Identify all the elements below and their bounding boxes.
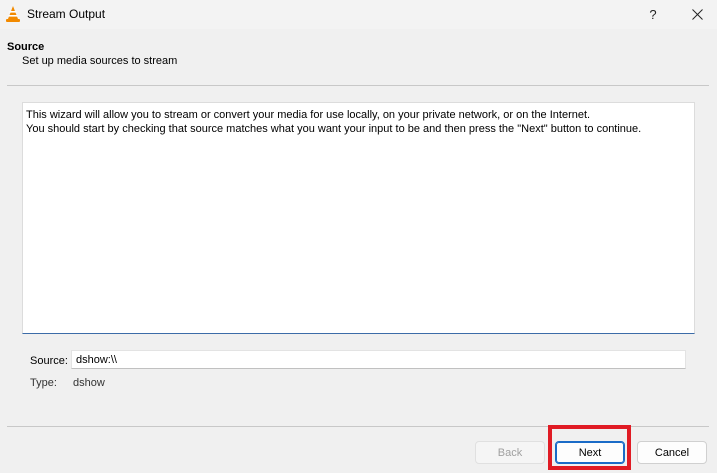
source-panel: Source: Type: dshow — [22, 343, 695, 395]
help-button[interactable]: ? — [640, 2, 666, 26]
type-label: Type: — [30, 377, 57, 389]
page-subtitle: Set up media sources to stream — [22, 55, 178, 67]
window-title: Stream Output — [27, 7, 106, 21]
close-icon — [691, 8, 703, 20]
vlc-cone-icon — [6, 6, 20, 22]
stream-output-dialog: Stream Output ? Source Set up media sour… — [0, 0, 717, 473]
footer-divider — [7, 426, 709, 427]
back-button[interactable]: Back — [475, 441, 545, 464]
cancel-button[interactable]: Cancel — [637, 441, 707, 464]
title-bar: Stream Output ? — [0, 0, 717, 29]
description-text: This wizard will allow you to stream or … — [22, 102, 695, 334]
page-title: Source — [7, 41, 45, 53]
source-label: Source: — [30, 355, 68, 367]
header-divider — [7, 85, 709, 86]
type-value: dshow — [73, 377, 105, 389]
source-input[interactable] — [71, 350, 686, 369]
next-button[interactable]: Next — [555, 441, 625, 464]
close-button[interactable] — [682, 2, 712, 26]
